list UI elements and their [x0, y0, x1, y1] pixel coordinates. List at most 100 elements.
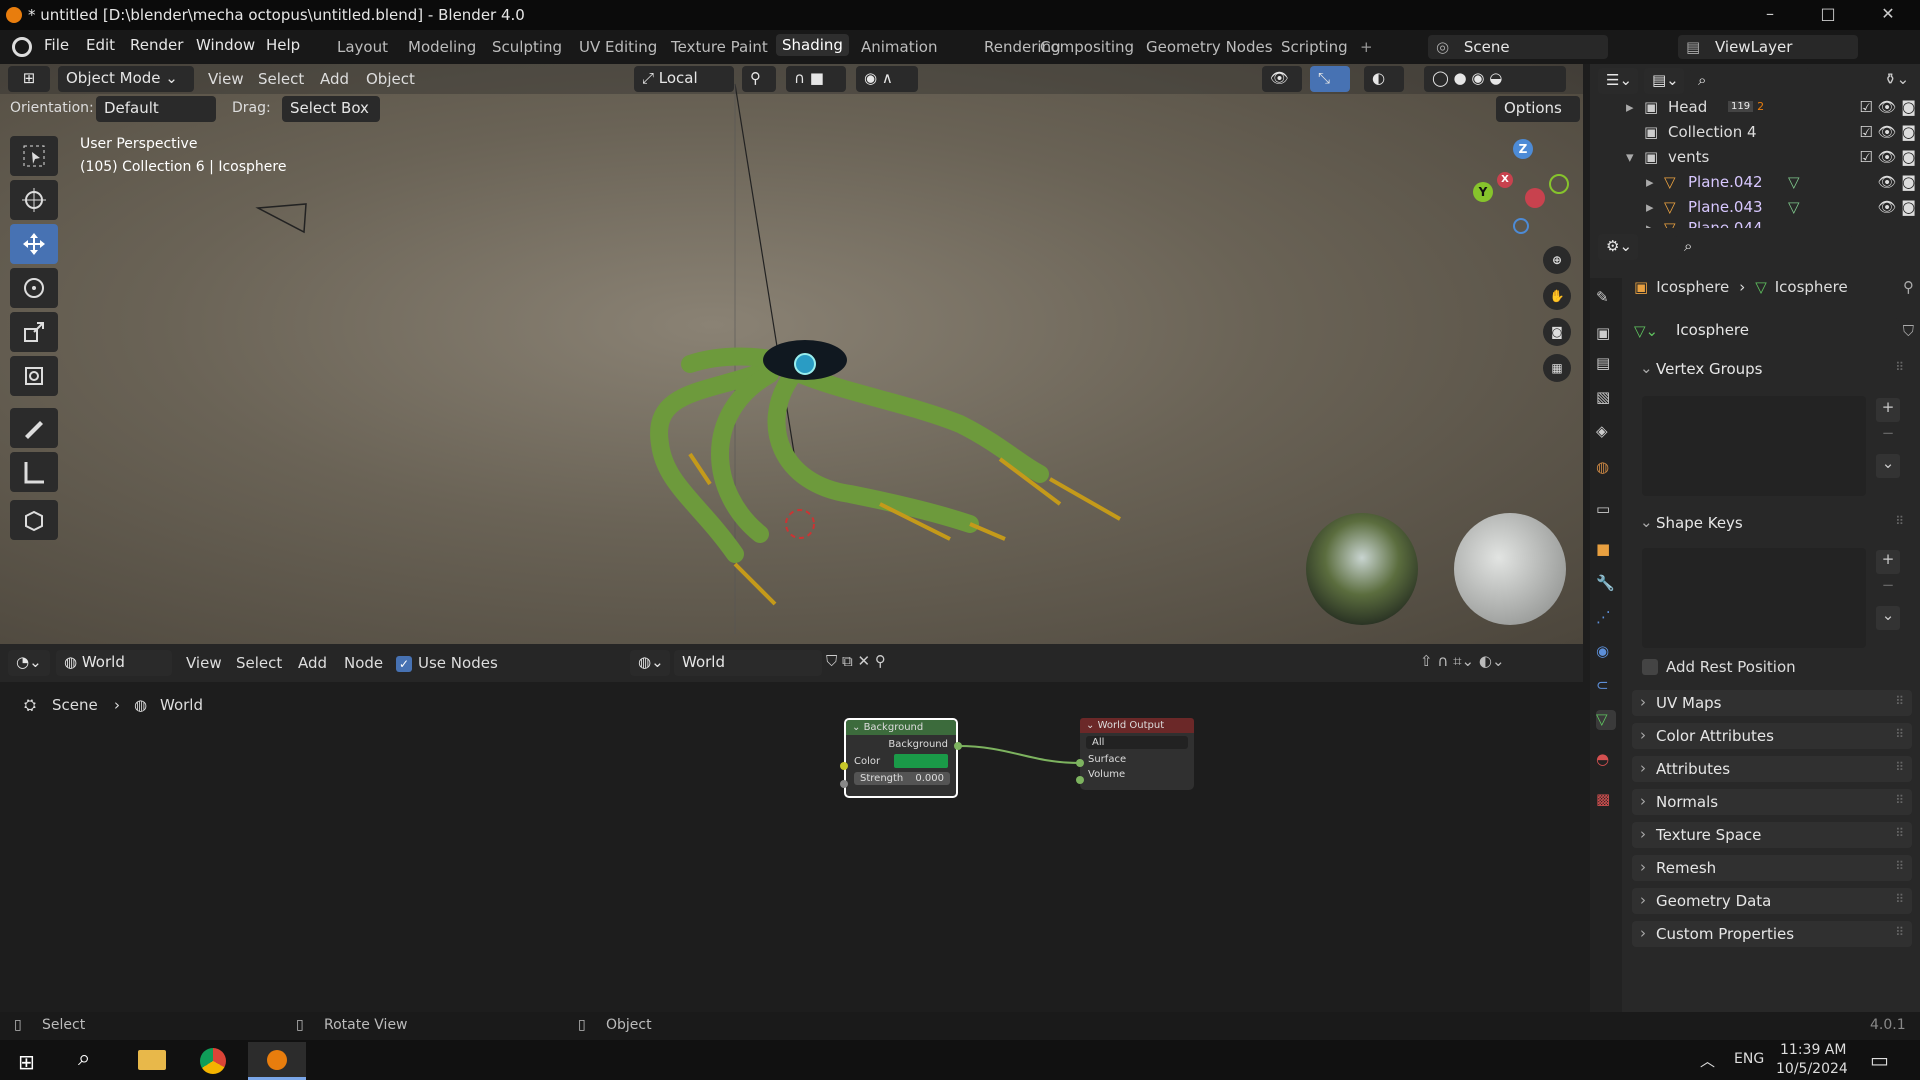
close-button[interactable]: ✕ — [1876, 4, 1900, 26]
drag-grip-icon[interactable]: ⠿ — [1895, 793, 1904, 807]
blender-menu-icon[interactable] — [12, 37, 32, 57]
scene-tab-icon[interactable]: ◈ — [1596, 422, 1616, 442]
view-layer-selector[interactable]: ▤ ViewLayer — [1678, 35, 1858, 59]
windows-start-icon[interactable]: ⊞ — [18, 1050, 35, 1074]
add-shape-key-button[interactable]: + — [1876, 550, 1900, 574]
outliner-row[interactable]: ▸ ▽ Plane.044 — [1646, 219, 1916, 228]
maximize-button[interactable]: □ — [1816, 4, 1840, 26]
drag-grip-icon[interactable]: ⠿ — [1895, 925, 1904, 939]
view-layer-tab-icon[interactable]: ▧ — [1596, 388, 1616, 408]
row-toggles-icon[interactable]: 👁 ◙ — [1878, 198, 1916, 216]
mesh-name-field[interactable]: Icosphere — [1668, 318, 1899, 344]
physics-tab-icon[interactable]: ◉ — [1596, 642, 1616, 662]
render-tab-icon[interactable]: ▣ — [1596, 324, 1616, 344]
outliner-row[interactable]: ▸ ▣ Head 119 2 ☑ 👁 ◙ — [1626, 94, 1916, 119]
texture-space-panel[interactable]: › Texture Space ⠿ — [1632, 822, 1912, 848]
attributes-panel[interactable]: › Attributes ⠿ — [1632, 756, 1912, 782]
drag-grip-icon[interactable]: ⠿ — [1895, 514, 1904, 528]
drag-grip-icon[interactable]: ⠿ — [1895, 760, 1904, 774]
shape-key-menu-button[interactable]: ⌄ — [1876, 606, 1900, 630]
drag-grip-icon[interactable]: ⠿ — [1895, 826, 1904, 840]
shader-node-editor[interactable]: ◔⌄ ◍ World View Select Add Node ✓ Use No… — [0, 644, 1583, 1012]
tab-compositing[interactable]: Compositing — [1040, 38, 1134, 56]
collapse-arrow-icon[interactable]: ▾ — [1626, 148, 1644, 166]
tab-texture-paint[interactable]: Texture Paint — [671, 38, 768, 56]
drag-grip-icon[interactable]: ⠿ — [1895, 727, 1904, 741]
texture-tab-icon[interactable]: ▩ — [1596, 790, 1616, 810]
clock-date[interactable]: 10/5/2024 — [1776, 1061, 1848, 1077]
expand-arrow-icon[interactable]: ▸ — [1646, 173, 1664, 191]
props-search-input[interactable]: ⌕ — [1676, 234, 1852, 260]
ortho-grid-icon[interactable]: ▦ — [1543, 354, 1571, 382]
menu-window[interactable]: Window — [196, 36, 255, 54]
zoom-icon[interactable]: ⊕ — [1543, 246, 1571, 274]
tab-scripting[interactable]: Scripting — [1281, 38, 1348, 56]
language-indicator[interactable]: ENG — [1734, 1051, 1764, 1067]
add-vertex-group-button[interactable]: + — [1876, 398, 1900, 422]
mesh-browse-icon[interactable]: ▽⌄ — [1634, 322, 1668, 340]
vertex-group-menu-button[interactable]: ⌄ — [1876, 454, 1900, 478]
menu-help[interactable]: Help — [266, 36, 300, 54]
minimize-button[interactable]: – — [1758, 4, 1782, 26]
vertex-groups-panel-header[interactable]: ⌄ Vertex Groups ⠿ — [1632, 356, 1912, 382]
3d-viewport[interactable]: ⊞ Object Mode ⌄ View Select Add Object ⤢… — [0, 64, 1583, 644]
display-mode-icon[interactable]: ▤⌄ — [1644, 68, 1684, 94]
outliner-row[interactable]: ▸ ▽ Plane.042 ▽ 👁 ◙ — [1646, 169, 1916, 194]
tab-uv-editing[interactable]: UV Editing — [579, 38, 657, 56]
chrome-icon[interactable] — [200, 1048, 226, 1074]
color-attributes-panel[interactable]: › Color Attributes ⠿ — [1632, 723, 1912, 749]
gizmo-neg-y-icon[interactable] — [1549, 174, 1569, 194]
object-tab-icon[interactable]: ■ — [1596, 540, 1616, 560]
row-toggles-icon[interactable]: 👁 ◙ — [1878, 173, 1916, 191]
shape-keys-list[interactable] — [1642, 548, 1866, 648]
fake-user-icon[interactable]: ⛉ — [1903, 322, 1914, 340]
drag-grip-icon[interactable]: ⠿ — [1895, 360, 1904, 374]
uv-maps-panel[interactable]: › UV Maps ⠿ — [1632, 690, 1912, 716]
tab-layout[interactable]: Layout — [337, 38, 388, 56]
expand-arrow-icon[interactable]: ▸ — [1646, 198, 1664, 216]
collection-tab-icon[interactable]: ▭ — [1596, 500, 1616, 520]
file-explorer-icon[interactable] — [138, 1050, 166, 1070]
shape-keys-panel-header[interactable]: ⌄ Shape Keys ⠿ — [1632, 510, 1912, 536]
pin-icon[interactable]: ⚲ — [1903, 278, 1914, 296]
row-toggles-icon[interactable]: ☑ 👁 ◙ — [1859, 123, 1916, 141]
filter-icon[interactable]: ⚱⌄ — [1884, 70, 1909, 88]
tray-chevron-icon[interactable]: ︿ — [1700, 1050, 1715, 1071]
remove-vertex-group-button[interactable]: − — [1876, 424, 1900, 448]
scene-selector[interactable]: ◎ Scene — [1428, 35, 1608, 59]
tool-tab-icon[interactable]: ✎ — [1596, 288, 1616, 308]
outliner-row[interactable]: ▾ ▣ vents ☑ 👁 ◙ — [1626, 144, 1916, 169]
add-workspace-button[interactable]: + — [1360, 38, 1373, 56]
drag-grip-icon[interactable]: ⠿ — [1895, 859, 1904, 873]
clock-time[interactable]: 11:39 AM — [1780, 1042, 1846, 1058]
gizmo-y-icon[interactable]: Y — [1473, 182, 1493, 202]
camera-view-icon[interactable]: ◙ — [1543, 318, 1571, 346]
gizmo-x-icon[interactable]: X — [1497, 172, 1513, 188]
menu-file[interactable]: File — [44, 36, 69, 54]
properties-editor[interactable]: ⚙⌄ ⌕ ✎ ▣ ▤ ▧ ◈ ◍ ▭ ■ 🔧 ⋰ ◉ ⊂ ▽ ◓ ▩ ▣ Ico… — [1590, 228, 1920, 1012]
blender-taskbar-button[interactable] — [248, 1042, 306, 1080]
gizmo-neg-z-icon[interactable] — [1513, 218, 1529, 234]
output-tab-icon[interactable]: ▤ — [1596, 354, 1616, 374]
add-rest-position-checkbox[interactable] — [1642, 659, 1658, 675]
modifier-tab-icon[interactable]: 🔧 — [1596, 574, 1616, 594]
custom-properties-panel[interactable]: › Custom Properties ⠿ — [1632, 921, 1912, 947]
menu-render[interactable]: Render — [130, 36, 183, 54]
tab-geometry-nodes[interactable]: Geometry Nodes — [1146, 38, 1273, 56]
tab-sculpting[interactable]: Sculpting — [492, 38, 562, 56]
add-rest-position-row[interactable]: Add Rest Position — [1642, 656, 1882, 678]
world-tab-icon[interactable]: ◍ — [1596, 458, 1616, 478]
tab-animation[interactable]: Animation — [861, 38, 937, 56]
remove-shape-key-button[interactable]: − — [1876, 576, 1900, 600]
outliner[interactable]: ☰⌄ ▤⌄ ⌕ ⚱⌄ ▸ ▣ Head 119 2 ☑ 👁 ◙ ▣ Collec… — [1590, 64, 1920, 228]
drag-grip-icon[interactable]: ⠿ — [1895, 694, 1904, 708]
constraints-tab-icon[interactable]: ⊂ — [1596, 676, 1616, 696]
normals-panel[interactable]: › Normals ⠿ — [1632, 789, 1912, 815]
geometry-data-panel[interactable]: › Geometry Data ⠿ — [1632, 888, 1912, 914]
material-tab-icon[interactable]: ◓ — [1596, 750, 1616, 770]
outliner-search-input[interactable]: ⌕ — [1690, 68, 1810, 94]
outliner-editor-type[interactable]: ☰⌄ — [1598, 68, 1638, 94]
outliner-row[interactable]: ▸ ▽ Plane.043 ▽ 👁 ◙ — [1646, 194, 1916, 219]
row-toggles-icon[interactable]: ☑ 👁 ◙ — [1859, 148, 1916, 166]
vertex-groups-list[interactable] — [1642, 396, 1866, 496]
